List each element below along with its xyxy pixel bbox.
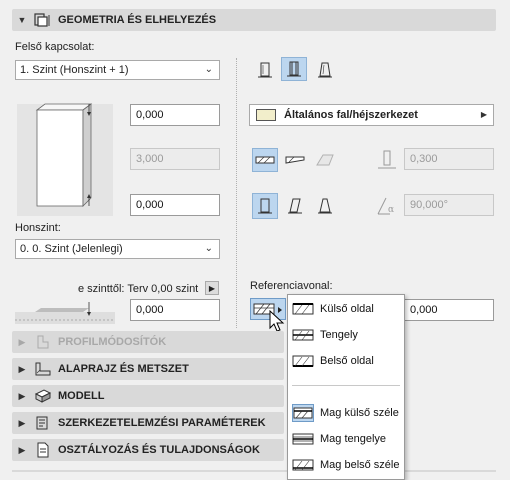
story-offset-diagram bbox=[15, 300, 115, 324]
menu-item-label: Mag belső széle bbox=[320, 459, 400, 471]
expand-triangle-icon: ▶ bbox=[18, 390, 26, 401]
vertical-wall-button[interactable] bbox=[252, 193, 278, 219]
double-slanted-wall-button[interactable] bbox=[312, 193, 338, 219]
structural-icon bbox=[32, 415, 54, 431]
menu-item-inside-face[interactable]: Belső oldal bbox=[288, 349, 404, 373]
slanted-wall-button[interactable] bbox=[282, 193, 308, 219]
core-outside-icon bbox=[292, 404, 314, 422]
section-floorplan[interactable]: ▶ ALAPRAJZ ÉS METSZET bbox=[12, 358, 284, 380]
menu-item-outside-face[interactable]: Külső oldal bbox=[288, 297, 404, 321]
menu-item-core-inside[interactable]: Mag belső széle bbox=[288, 453, 404, 477]
expand-triangle-icon: ▶ bbox=[18, 336, 26, 347]
geometry-icon bbox=[32, 12, 54, 28]
bottom-divider bbox=[12, 470, 496, 472]
profile-icon bbox=[32, 334, 54, 350]
center-icon bbox=[292, 326, 314, 344]
section-title: MODELL bbox=[58, 390, 105, 402]
section-geometry[interactable]: ▼ GEOMETRIA ÉS ELHELYEZÉS bbox=[12, 9, 496, 31]
menu-item-center[interactable]: Tengely bbox=[288, 323, 404, 347]
section-title: GEOMETRIA ÉS ELHELYEZÉS bbox=[58, 14, 217, 26]
bottom-offset-input[interactable]: 0,000 bbox=[130, 194, 220, 216]
refline-label: Referenciavonal: bbox=[250, 280, 333, 292]
core-center-icon bbox=[292, 430, 314, 448]
composite-structure-button[interactable] bbox=[281, 57, 307, 81]
wall-thickness-input: 0,300 bbox=[404, 148, 494, 170]
svg-text:α: α bbox=[388, 205, 394, 215]
chevron-down-icon: ⌄ bbox=[204, 64, 213, 75]
refline-popup-menu: Külső oldal Tengely Belső oldal Mag küls… bbox=[287, 294, 405, 480]
composite-label: Általános fal/héjszerkezet bbox=[284, 109, 418, 121]
chevron-right-icon: ▶ bbox=[480, 110, 487, 119]
collapse-triangle-icon[interactable]: ▼ bbox=[12, 15, 32, 25]
home-story-label: Honszint: bbox=[15, 222, 61, 234]
angle-icon: α bbox=[376, 196, 398, 216]
inside-face-icon bbox=[292, 352, 314, 370]
section-title: PROFILMÓDOSÍTÓK bbox=[58, 336, 167, 348]
model-icon bbox=[32, 388, 54, 404]
top-link-label: Felső kapcsolat: bbox=[15, 41, 95, 53]
chevron-down-icon: ⌄ bbox=[204, 243, 213, 254]
menu-item-label: Mag külső széle bbox=[320, 407, 399, 419]
section-title: OSZTÁLYOZÁS ÉS TULAJDONSÁGOK bbox=[58, 444, 260, 456]
top-link-dropdown[interactable]: 1. Szint (Honszint + 1) ⌄ bbox=[15, 60, 220, 80]
from-story-label: e szinttől: Terv 0,00 szint bbox=[78, 283, 199, 295]
polygonal-wall-button bbox=[312, 148, 338, 172]
top-link-value: 1. Szint (Honszint + 1) bbox=[20, 64, 129, 76]
composite-dropdown[interactable]: Általános fal/héjszerkezet ▶ bbox=[249, 104, 494, 126]
wall-height-input[interactable]: 0,000 bbox=[130, 104, 220, 126]
from-story-input[interactable]: 0,000 bbox=[130, 299, 220, 321]
expand-triangle-icon: ▶ bbox=[18, 444, 26, 455]
play-arrow-icon[interactable]: ▶ bbox=[205, 281, 219, 295]
menu-item-core-outside[interactable]: Mag külső széle bbox=[288, 401, 404, 425]
expand-triangle-icon: ▶ bbox=[18, 417, 26, 428]
straight-wall-button[interactable] bbox=[252, 148, 278, 172]
floorplan-icon bbox=[32, 361, 54, 377]
menu-separator bbox=[292, 385, 400, 386]
section-profile-modifiers: ▶ PROFILMÓDOSÍTÓK bbox=[12, 331, 284, 353]
wall-thickness-disabled-input: 3,000 bbox=[130, 148, 220, 170]
wall-angle-input: 90,000° bbox=[404, 194, 494, 216]
menu-item-label: Mag tengelye bbox=[320, 433, 387, 445]
section-structural[interactable]: ▶ SZERKEZETELEMZÉSI PARAMÉTEREK bbox=[12, 412, 284, 434]
composite-swatch-icon bbox=[256, 109, 276, 121]
home-story-dropdown[interactable]: 0. 0. Szint (Jelenlegi) ⌄ bbox=[15, 239, 220, 259]
thickness-icon bbox=[376, 150, 398, 170]
section-title: SZERKEZETELEMZÉSI PARAMÉTEREK bbox=[58, 417, 266, 429]
core-inside-icon bbox=[292, 456, 314, 474]
menu-item-label: Tengely bbox=[320, 329, 358, 341]
menu-item-core-center[interactable]: Mag tengelye bbox=[288, 427, 404, 451]
classification-icon bbox=[32, 442, 54, 458]
menu-item-label: Belső oldal bbox=[320, 355, 374, 367]
expand-triangle-icon: ▶ bbox=[18, 363, 26, 374]
basic-structure-button[interactable] bbox=[252, 58, 278, 82]
outside-face-icon bbox=[292, 300, 314, 318]
section-classification[interactable]: ▶ OSZTÁLYOZÁS ÉS TULAJDONSÁGOK bbox=[12, 439, 284, 461]
profile-structure-button[interactable] bbox=[312, 58, 338, 82]
wall-elevation-diagram bbox=[15, 100, 115, 220]
trapezoid-wall-button[interactable] bbox=[282, 148, 308, 172]
refline-offset-input[interactable]: 0,000 bbox=[404, 299, 494, 321]
menu-item-label: Külső oldal bbox=[320, 303, 374, 315]
home-story-value: 0. 0. Szint (Jelenlegi) bbox=[20, 243, 123, 255]
section-model[interactable]: ▶ MODELL bbox=[12, 385, 284, 407]
section-title: ALAPRAJZ ÉS METSZET bbox=[58, 363, 189, 375]
column-divider bbox=[236, 58, 238, 328]
